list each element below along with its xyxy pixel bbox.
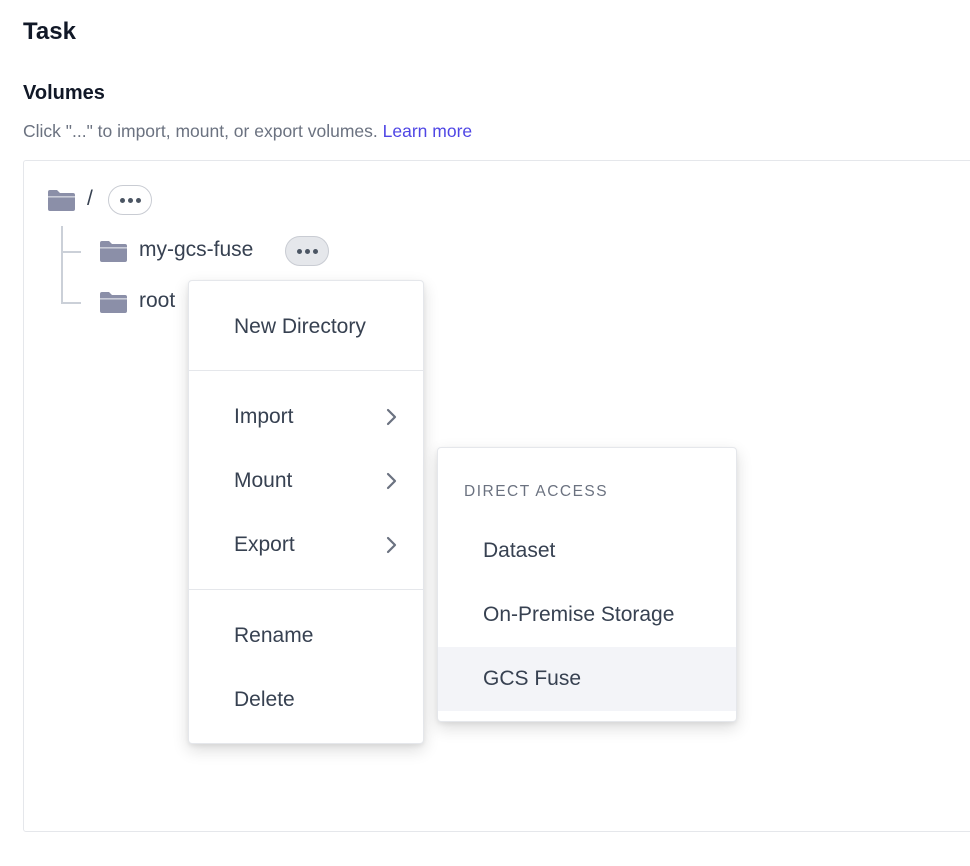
- submenu-item-label: GCS Fuse: [483, 667, 582, 690]
- folder-icon: [100, 241, 127, 262]
- submenu-item-label: On-Premise Storage: [483, 603, 675, 626]
- tree-line-branch: [61, 302, 81, 304]
- dot: [119, 197, 125, 203]
- menu-item-import[interactable]: Import: [189, 385, 423, 449]
- chevron-right-icon: [386, 536, 397, 554]
- menu-item-label: Mount: [234, 469, 293, 492]
- submenu-item-label: Dataset: [483, 539, 556, 562]
- menu-divider: [189, 589, 423, 590]
- chevron-right-icon: [386, 408, 397, 426]
- my-gcs-fuse-more-button[interactable]: [285, 236, 329, 266]
- menu-item-label: Import: [234, 405, 294, 428]
- tree-node-root[interactable]: root: [139, 289, 175, 313]
- context-menu: New Directory Import Mount Export Rename…: [188, 280, 424, 744]
- dot: [312, 248, 318, 254]
- menu-item-delete[interactable]: Delete: [189, 668, 423, 732]
- learn-more-link[interactable]: Learn more: [383, 121, 473, 141]
- menu-item-label: Delete: [234, 688, 295, 711]
- tree-node-my-gcs-fuse[interactable]: my-gcs-fuse: [139, 238, 253, 262]
- menu-item-rename[interactable]: Rename: [189, 604, 423, 668]
- help-text: Click "..." to import, mount, or export …: [23, 121, 378, 141]
- menu-divider: [189, 370, 423, 371]
- submenu-heading: DIRECT ACCESS: [464, 483, 609, 500]
- menu-item-mount[interactable]: Mount: [189, 449, 423, 513]
- folder-icon: [100, 292, 127, 313]
- tree-root-label[interactable]: /: [87, 187, 93, 211]
- submenu-item-on-premise-storage[interactable]: On-Premise Storage: [438, 583, 736, 647]
- submenu-item-dataset[interactable]: Dataset: [438, 519, 736, 583]
- dot: [296, 248, 302, 254]
- root-more-button[interactable]: [108, 185, 152, 215]
- folder-icon: [48, 190, 75, 211]
- tree-line-vertical: [61, 226, 63, 304]
- mount-submenu: DIRECT ACCESS Dataset On-Premise Storage…: [437, 447, 737, 722]
- dot: [127, 197, 133, 203]
- tree-line-branch: [61, 251, 81, 253]
- menu-item-label: New Directory: [234, 315, 366, 338]
- menu-item-label: Export: [234, 533, 295, 556]
- dot: [135, 197, 141, 203]
- dot: [304, 248, 310, 254]
- submenu-item-gcs-fuse[interactable]: GCS Fuse: [438, 647, 736, 711]
- page-title: Task: [23, 18, 76, 45]
- volumes-title: Volumes: [23, 82, 105, 104]
- menu-item-export[interactable]: Export: [189, 513, 423, 577]
- chevron-right-icon: [386, 472, 397, 490]
- menu-item-new-directory[interactable]: New Directory: [189, 295, 423, 359]
- menu-item-label: Rename: [234, 624, 314, 647]
- volumes-help: Click "..." to import, mount, or export …: [23, 121, 472, 142]
